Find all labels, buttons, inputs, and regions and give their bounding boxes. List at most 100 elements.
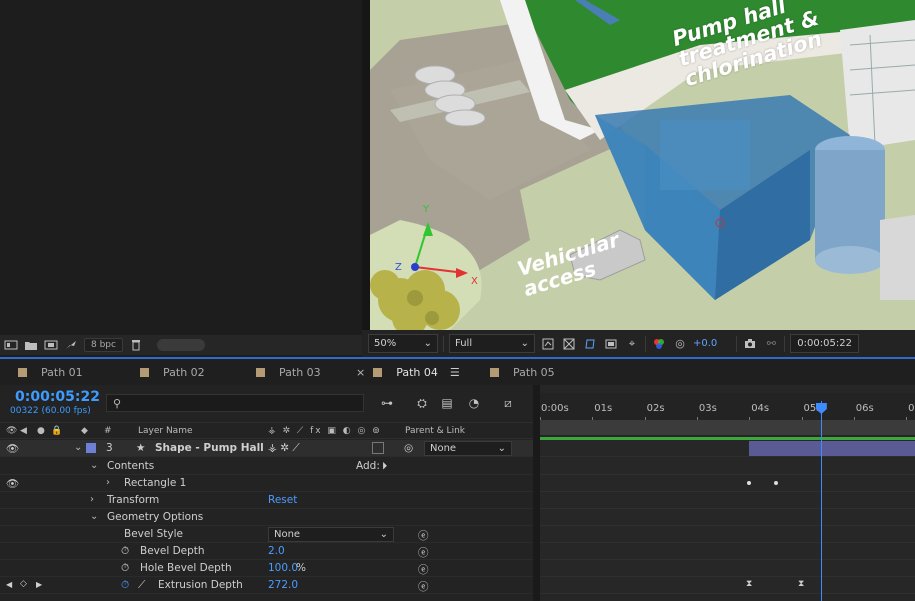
- region-of-interest-icon[interactable]: [540, 336, 556, 352]
- property-row-extrusion-depth[interactable]: ◀ ◇ ▶ ⏱ ⟋ Extrusion Depth 272.0 ⓔ: [0, 577, 533, 594]
- playhead-line[interactable]: [820, 401, 822, 601]
- property-row-geometry[interactable]: ⌄ Geometry Options: [0, 509, 533, 526]
- 3d-layer-switch[interactable]: [372, 442, 384, 454]
- expression-spiral-icon[interactable]: ⓔ: [418, 545, 429, 560]
- keyframe-easy-ease[interactable]: ⧗: [798, 580, 804, 589]
- show-snapshot-icon[interactable]: ⚯: [763, 336, 779, 352]
- expand-rectangle-icon[interactable]: ›: [106, 477, 110, 488]
- frame-blending-icon[interactable]: ▤: [438, 394, 456, 412]
- tab-path-02[interactable]: Path 02: [140, 359, 205, 385]
- add-content-button[interactable]: ⏵: [382, 460, 387, 473]
- camera-snapshot-icon[interactable]: [742, 336, 758, 352]
- expression-spiral-icon[interactable]: ⓔ: [418, 528, 429, 543]
- project-panel: [0, 0, 362, 357]
- new-composition-icon[interactable]: [44, 339, 58, 351]
- composition-icon: [140, 367, 149, 377]
- property-row-bevel-style[interactable]: Bevel Style None ⌄ ⓔ: [0, 526, 533, 543]
- parent-link-column-header: Parent & Link: [405, 426, 465, 436]
- mask-visibility-icon[interactable]: [582, 336, 598, 352]
- tab-path-03[interactable]: Path 03: [256, 359, 321, 385]
- next-keyframe-icon[interactable]: ▶: [36, 580, 42, 589]
- property-row-rectangle[interactable]: 👁 › Rectangle 1: [0, 475, 533, 492]
- extrusion-depth-value[interactable]: 272.0: [268, 579, 298, 591]
- exposure-reset-icon[interactable]: ◎: [672, 336, 688, 352]
- expand-contents-icon[interactable]: ⌄: [90, 460, 98, 471]
- chevron-down-icon: ⌄: [423, 338, 432, 349]
- add-keyframe-icon[interactable]: ◇: [20, 579, 27, 589]
- close-tab-icon[interactable]: ×: [356, 366, 365, 379]
- interpret-footage-icon[interactable]: [4, 339, 18, 351]
- draft-3d-icon[interactable]: ⛭: [413, 394, 431, 412]
- eye-column-icon[interactable]: 👁: [6, 426, 17, 436]
- bit-depth-button[interactable]: 8 bpc: [84, 338, 123, 352]
- expression-spiral-icon[interactable]: ⓔ: [418, 562, 429, 577]
- timeline-timecode[interactable]: 0:00:05:22: [15, 389, 100, 405]
- tab-menu-icon[interactable]: ☰: [450, 366, 460, 379]
- tab-label: Path 02: [163, 365, 205, 379]
- previous-keyframe-icon[interactable]: ◀: [6, 580, 12, 589]
- tab-path-01[interactable]: Path 01: [18, 359, 83, 385]
- composition-viewer[interactable]: Pump hall treatment & chlorination Vehic…: [370, 0, 915, 330]
- grid-guides-icon[interactable]: [603, 336, 619, 352]
- pick-whip-icon[interactable]: ◎: [404, 442, 413, 454]
- color-channels-icon[interactable]: [651, 336, 667, 352]
- property-row-hole-bevel-depth[interactable]: ⏱ Hole Bevel Depth 100.0 % ⓔ: [0, 560, 533, 577]
- keyframe-easy-ease[interactable]: ⧗: [746, 580, 752, 589]
- timeline-graph-panel[interactable]: 0:00s01s02s03s04s05s06s07s ⧗ ⧗: [540, 385, 915, 601]
- property-row-contents[interactable]: ⌄ Contents Add: ⏵: [0, 458, 533, 475]
- layer-search-input[interactable]: ⚲: [106, 394, 364, 412]
- render-queue-icon[interactable]: [64, 339, 78, 351]
- exposure-value[interactable]: +0.0: [693, 338, 717, 349]
- stopwatch-icon[interactable]: ⏱: [121, 562, 129, 575]
- keyframe-dot[interactable]: [774, 481, 778, 485]
- layer-row[interactable]: 👁 ⌄ 3 ★ Shape - Pump Hall ⚶ ✲ ⟋ ◎ None ⌄: [0, 440, 533, 457]
- work-area-bar[interactable]: [540, 420, 915, 435]
- expression-spiral-icon[interactable]: ⓔ: [418, 579, 429, 594]
- graph-icon[interactable]: ⟋: [138, 579, 145, 592]
- parent-select[interactable]: None ⌄: [424, 441, 512, 456]
- composition-mini-flowchart-icon[interactable]: ⊶: [378, 394, 396, 412]
- trash-icon[interactable]: [129, 339, 143, 351]
- audio-column-icon[interactable]: ◀: [20, 426, 27, 436]
- solo-column-icon[interactable]: ●: [37, 426, 45, 436]
- layer-name[interactable]: Shape - Pump Hall: [155, 442, 264, 454]
- hole-bevel-depth-value[interactable]: 100.0: [268, 562, 298, 574]
- layer-label-swatch[interactable]: [86, 443, 96, 453]
- number-column-header: #: [104, 426, 112, 436]
- layer-duration-bar[interactable]: [749, 441, 915, 456]
- keyframe-dot[interactable]: [747, 481, 751, 485]
- tab-path-05[interactable]: Path 05: [490, 359, 555, 385]
- resolution-select[interactable]: Full ⌄: [449, 334, 535, 353]
- expand-transform-icon[interactable]: ›: [90, 494, 94, 505]
- lock-column-icon[interactable]: 🔒: [51, 426, 62, 436]
- transparency-grid-icon[interactable]: [561, 336, 577, 352]
- expand-layer-icon[interactable]: ⌄: [74, 442, 82, 453]
- panel-divider[interactable]: [362, 0, 370, 357]
- bevel-style-select[interactable]: None ⌄: [268, 527, 394, 542]
- viewer-current-time[interactable]: 0:00:05:22: [790, 334, 859, 353]
- eye-icon[interactable]: 👁: [6, 477, 19, 490]
- tab-path-04[interactable]: × Path 04 ☰: [356, 359, 466, 387]
- graph-editor-icon[interactable]: ⧄: [499, 394, 517, 412]
- bevel-depth-value[interactable]: 2.0: [268, 545, 285, 557]
- eye-icon[interactable]: 👁: [6, 442, 19, 455]
- stopwatch-active-icon[interactable]: ⏱: [121, 579, 129, 592]
- stopwatch-icon[interactable]: ⏱: [121, 545, 129, 558]
- transform-reset-link[interactable]: Reset: [268, 494, 297, 506]
- channel-icon[interactable]: ⌖: [624, 336, 640, 352]
- motion-blur-icon[interactable]: ◔: [465, 394, 483, 412]
- property-row-transform[interactable]: › Transform Reset: [0, 492, 533, 509]
- thumbnail-size-slider[interactable]: [156, 339, 205, 351]
- property-row-bevel-depth[interactable]: ⏱ Bevel Depth 2.0 ⓔ: [0, 543, 533, 560]
- chevron-down-icon: ⌄: [379, 529, 388, 540]
- new-folder-icon[interactable]: [24, 339, 38, 351]
- label-column-icon[interactable]: ◆: [81, 426, 88, 436]
- switches-column-icons: ⚶ ✲ ⟋ fx ▣ ◐ ◎ ⊚: [268, 426, 382, 436]
- layer-switches[interactable]: ⚶ ✲ ⟋: [268, 442, 300, 455]
- expand-geometry-icon[interactable]: ⌄: [90, 511, 98, 522]
- time-ruler[interactable]: 0:00s01s02s03s04s05s06s07s: [540, 393, 915, 423]
- layer-track[interactable]: [540, 440, 915, 457]
- layer-name-column-header[interactable]: Layer Name: [138, 426, 193, 436]
- timeline-divider[interactable]: [533, 385, 540, 601]
- zoom-select[interactable]: 50% ⌄: [368, 334, 438, 353]
